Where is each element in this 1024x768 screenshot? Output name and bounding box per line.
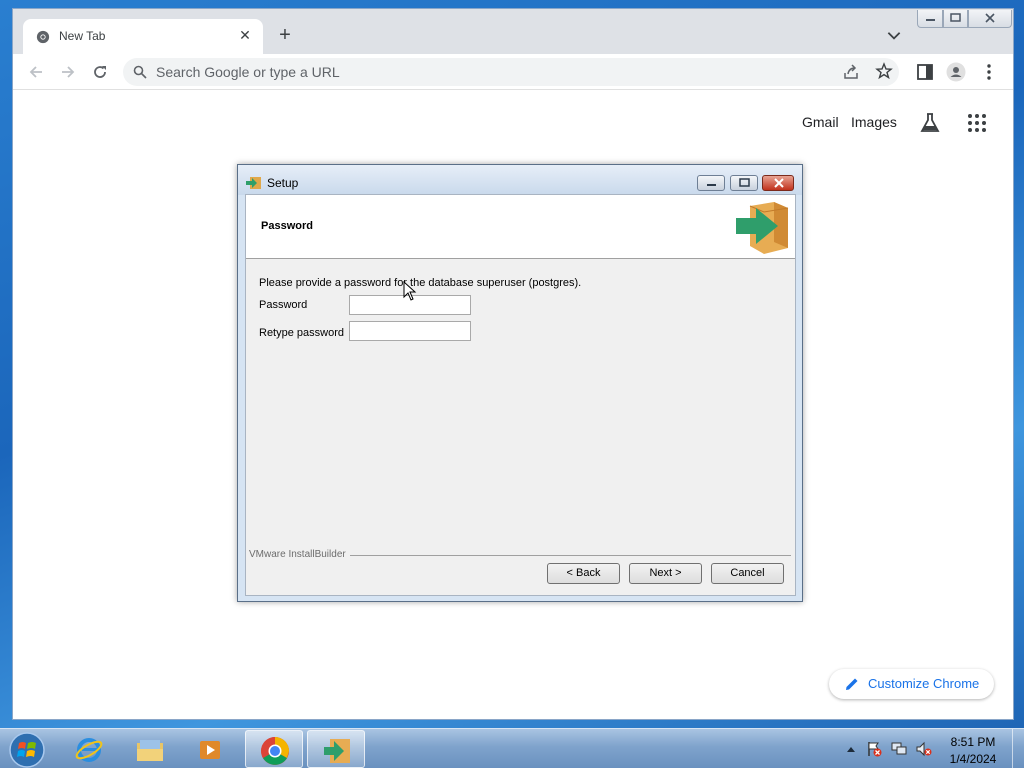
taskbar-internet-explorer[interactable]	[60, 730, 118, 768]
taskbar-media-player[interactable]	[182, 730, 240, 768]
chrome-favicon-icon	[36, 30, 50, 44]
setup-close-button[interactable]	[762, 175, 794, 191]
installbuilder-brand: VMware InstallBuilder	[249, 549, 350, 560]
password-prompt: Please provide a password for the databa…	[259, 277, 582, 289]
minimize-button[interactable]	[917, 10, 943, 28]
setup-dialog: Setup Password Please provide a password…	[237, 164, 803, 602]
tab-close-icon[interactable]: ✕	[235, 25, 255, 45]
taskbar-setup-installer[interactable]	[307, 730, 365, 768]
installer-box-logo-icon	[736, 202, 789, 254]
images-link[interactable]: Images	[851, 114, 897, 130]
window-controls	[917, 10, 1013, 28]
menu-kebab-icon[interactable]	[979, 62, 999, 82]
setup-titlebar: Setup	[238, 165, 802, 195]
taskbar-file-explorer[interactable]	[121, 730, 179, 768]
setup-header: Password	[246, 195, 795, 259]
pencil-icon	[846, 678, 858, 690]
back-arrow-icon[interactable]	[26, 62, 46, 82]
page-title: Password	[261, 220, 313, 232]
forward-arrow-icon[interactable]	[58, 62, 78, 82]
setup-installer-icon	[324, 739, 350, 763]
new-tab-button[interactable]: +	[273, 24, 297, 48]
media-player-icon	[200, 741, 220, 759]
maximize-button[interactable]	[943, 10, 968, 28]
taskbar-chrome[interactable]	[245, 730, 303, 768]
close-button[interactable]	[968, 10, 1012, 28]
clock-date[interactable]: 1/4/2024	[944, 752, 1002, 766]
retype-password-field[interactable]	[349, 321, 471, 341]
tab-title: New Tab	[59, 29, 106, 43]
setup-app-icon	[246, 177, 261, 189]
customize-chrome-label: Customize Chrome	[868, 676, 980, 691]
omnibox-placeholder: Search Google or type a URL	[156, 64, 340, 80]
bookmark-star-icon[interactable]	[875, 62, 893, 80]
tab-new-tab[interactable]: New Tab ✕	[23, 19, 263, 54]
action-center-flag-icon[interactable]	[866, 741, 882, 757]
setup-body: Password Please provide a password for t…	[245, 194, 796, 596]
google-apps-grid-icon[interactable]	[967, 113, 987, 133]
setup-minimize-button[interactable]	[697, 175, 725, 191]
tab-strip: New Tab ✕ +	[13, 9, 1013, 54]
tray-expand-arrow-icon[interactable]	[846, 745, 856, 753]
side-panel-icon[interactable]	[915, 62, 935, 82]
mouse-cursor-icon	[403, 281, 417, 301]
gmail-link[interactable]: Gmail	[802, 114, 839, 130]
file-explorer-icon	[137, 740, 163, 761]
customize-chrome-button[interactable]: Customize Chrome	[829, 669, 994, 699]
setup-title: Setup	[267, 176, 299, 190]
next-button[interactable]: Next >	[629, 563, 702, 584]
volume-muted-icon[interactable]	[916, 741, 932, 757]
back-button[interactable]: < Back	[547, 563, 620, 584]
cancel-button[interactable]: Cancel	[711, 563, 784, 584]
browser-toolbar: Search Google or type a URL	[13, 54, 1013, 90]
search-icon	[133, 65, 147, 79]
password-label: Password	[259, 299, 308, 311]
labs-flask-icon[interactable]	[919, 112, 941, 134]
omnibox[interactable]: Search Google or type a URL	[123, 58, 899, 86]
tab-search-chevron-icon[interactable]	[885, 26, 903, 44]
reload-icon[interactable]	[90, 62, 110, 82]
show-desktop-button[interactable]	[1012, 729, 1024, 768]
network-icon[interactable]	[891, 741, 907, 757]
clock-time[interactable]: 8:51 PM	[948, 735, 998, 749]
profile-avatar-icon[interactable]	[946, 62, 966, 82]
internet-explorer-icon	[75, 738, 103, 762]
start-orb-icon[interactable]	[8, 731, 46, 768]
taskbar: 8:51 PM 1/4/2024	[0, 728, 1024, 768]
share-icon[interactable]	[843, 64, 859, 80]
chrome-icon	[261, 737, 289, 765]
retype-password-label: Retype password	[259, 327, 344, 339]
setup-maximize-button[interactable]	[730, 175, 758, 191]
